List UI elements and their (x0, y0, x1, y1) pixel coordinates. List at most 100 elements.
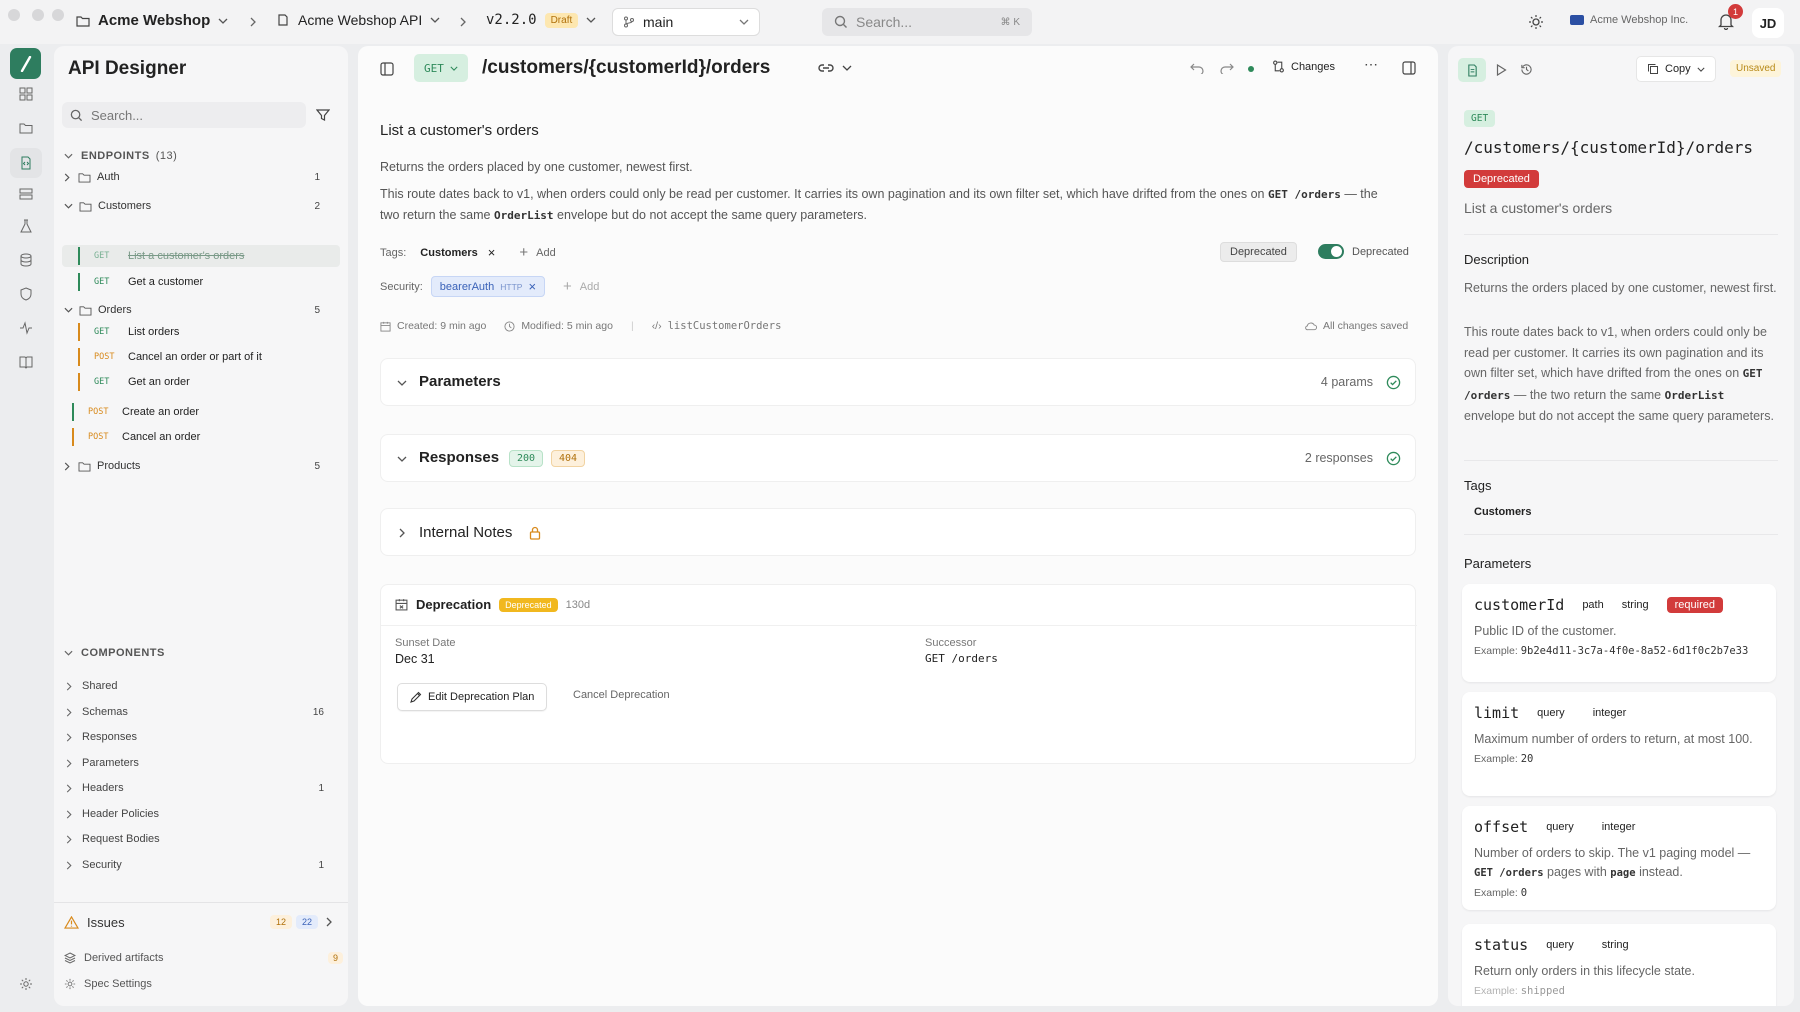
api-icon (278, 14, 288, 26)
group-products[interactable]: Products 5 (64, 455, 338, 477)
operation-id[interactable]: listCustomerOrders (668, 320, 782, 332)
add-security-button[interactable]: + Add (563, 278, 599, 295)
endpoint-label: Create an order (122, 406, 200, 418)
cancel-deprecation-button[interactable]: Cancel Deprecation (573, 689, 670, 701)
component-schemas[interactable]: Schemas 16 (66, 702, 338, 722)
notifications-button[interactable]: 1 (1718, 4, 1743, 30)
endpoint-item[interactable]: POST Create an order (62, 401, 340, 423)
group-customers[interactable]: Customers 2 (64, 195, 338, 217)
endpoint-item[interactable]: GET List orders (62, 321, 340, 343)
redo-icon[interactable] (1220, 62, 1234, 74)
tags-title: Tags (1464, 478, 1492, 493)
internal-notes-section[interactable]: Internal Notes (380, 508, 1416, 556)
derived-artifacts-button[interactable]: Derived artifacts 9 (64, 948, 344, 968)
security-nav[interactable] (16, 284, 36, 304)
endpoint-path: /customers/{customerId}/orders (1464, 138, 1753, 157)
chevron-down-icon[interactable] (842, 65, 852, 71)
component-label: Responses (82, 731, 138, 743)
component-security[interactable]: Security 1 (66, 855, 338, 875)
sun-icon[interactable] (1528, 14, 1544, 30)
group-orders[interactable]: Orders 5 (64, 299, 338, 321)
add-tag-button[interactable]: + Add (519, 244, 555, 261)
docs-nav[interactable] (16, 352, 36, 372)
response-404-chip[interactable]: 404 (551, 450, 586, 467)
endpoint-item-active[interactable]: GET List a customer's orders (62, 245, 340, 267)
method-label: POST (94, 352, 115, 362)
sidebar-search-input[interactable]: Search... (62, 102, 306, 128)
endpoint-label: Get an order (128, 376, 190, 388)
component-label: Parameters (82, 757, 139, 769)
branch-selector[interactable]: main (612, 8, 760, 36)
component-headers[interactable]: Headers 1 (66, 778, 338, 798)
version-selector[interactable]: v2.2.0 Draft (486, 12, 596, 28)
method-selector[interactable]: GET (414, 54, 468, 82)
method-label: GET (94, 251, 110, 261)
component-responses[interactable]: Responses (66, 727, 338, 747)
api-selector[interactable]: Acme Webshop API (276, 12, 440, 28)
endpoint-summary[interactable]: List a customer's orders (380, 122, 539, 139)
param-card-customerId[interactable]: customerId path string required Public I… (1462, 584, 1776, 682)
parameters-section[interactable]: Parameters 4 params (380, 358, 1416, 406)
files-nav[interactable] (16, 118, 36, 138)
param-card-offset[interactable]: offset query integer Number of orders to… (1462, 806, 1776, 910)
endpoint-item[interactable]: POST Cancel an order (62, 426, 340, 448)
remove-tag-icon[interactable]: × (488, 245, 496, 260)
chevron-down-icon (397, 456, 407, 462)
window-close-button[interactable] (8, 9, 20, 21)
more-options-icon[interactable]: ⋯ (1364, 56, 1378, 73)
successor-value[interactable]: GET /orders (925, 652, 998, 665)
user-avatar[interactable]: JD (1752, 8, 1784, 38)
toggle-panel-icon[interactable] (1402, 61, 1416, 75)
logo-slash-icon (20, 55, 31, 72)
desc-code: page (1610, 867, 1636, 879)
param-card-limit[interactable]: limit query integer Maximum number of or… (1462, 692, 1776, 796)
filter-icon[interactable] (316, 108, 330, 122)
deprecated-badge: Deprecated (1220, 242, 1297, 262)
changes-button[interactable]: Changes (1272, 60, 1335, 73)
edit-deprecation-plan-button[interactable]: Edit Deprecation Plan (397, 683, 548, 711)
api-designer-nav[interactable] (10, 148, 42, 178)
component-shared[interactable]: Shared (66, 676, 338, 696)
security-chip[interactable]: bearerAuth HTTP × (430, 276, 546, 297)
response-200-chip[interactable]: 200 (509, 450, 544, 467)
deprecated-toggle[interactable]: Deprecated (1318, 244, 1409, 259)
component-header-policies[interactable]: Header Policies (66, 804, 338, 824)
spec-settings-button[interactable]: Spec Settings (64, 974, 338, 994)
param-card-status[interactable]: status query string Return only orders i… (1462, 924, 1776, 1006)
testing-nav[interactable] (16, 216, 36, 236)
responses-section[interactable]: Responses 200 404 2 responses (380, 434, 1416, 482)
history-icon[interactable] (1520, 63, 1533, 76)
database-nav[interactable] (16, 250, 36, 270)
issues-button[interactable]: Issues 12 22 (64, 910, 338, 934)
servers-nav[interactable] (16, 184, 36, 204)
app-logo[interactable] (10, 48, 41, 79)
settings-nav[interactable] (16, 974, 36, 994)
copy-button[interactable]: Copy (1636, 56, 1716, 82)
play-icon[interactable] (1496, 64, 1507, 76)
org-selector[interactable]: Acme Webshop Inc. (1570, 14, 1688, 26)
toggle-sidebar-icon[interactable] (380, 62, 394, 76)
endpoint-item[interactable]: GET Get an order (62, 371, 340, 393)
dashboard-nav[interactable] (16, 84, 36, 104)
gear-icon (64, 978, 76, 990)
component-request-bodies[interactable]: Request Bodies (66, 829, 338, 849)
endpoints-section-toggle[interactable]: ENDPOINTS (13) (64, 150, 358, 162)
endpoint-item[interactable]: POST Cancel an order or part of it (62, 346, 340, 368)
monitoring-nav[interactable] (16, 318, 36, 338)
component-parameters[interactable]: Parameters (66, 753, 338, 773)
toggle-switch[interactable] (1318, 244, 1344, 259)
link-icon[interactable] (818, 62, 834, 74)
sunset-value[interactable]: Dec 31 (395, 652, 435, 666)
workspace-selector[interactable]: Acme Webshop (76, 12, 228, 29)
tag-chip[interactable]: Customers × (420, 245, 495, 260)
window-minimize-button[interactable] (32, 9, 44, 21)
endpoint-item[interactable]: GET Get a customer (62, 271, 340, 293)
group-auth[interactable]: Auth 1 (64, 166, 338, 188)
remove-security-icon[interactable]: × (528, 279, 536, 294)
global-search[interactable]: Search... ⌘ K (822, 8, 1032, 36)
components-section-toggle[interactable]: COMPONENTS (64, 647, 358, 659)
window-maximize-button[interactable] (52, 9, 64, 21)
docs-view-button[interactable] (1458, 58, 1486, 82)
endpoint-path[interactable]: /customers/{customerId}/orders (482, 57, 770, 79)
undo-icon[interactable] (1190, 62, 1204, 74)
